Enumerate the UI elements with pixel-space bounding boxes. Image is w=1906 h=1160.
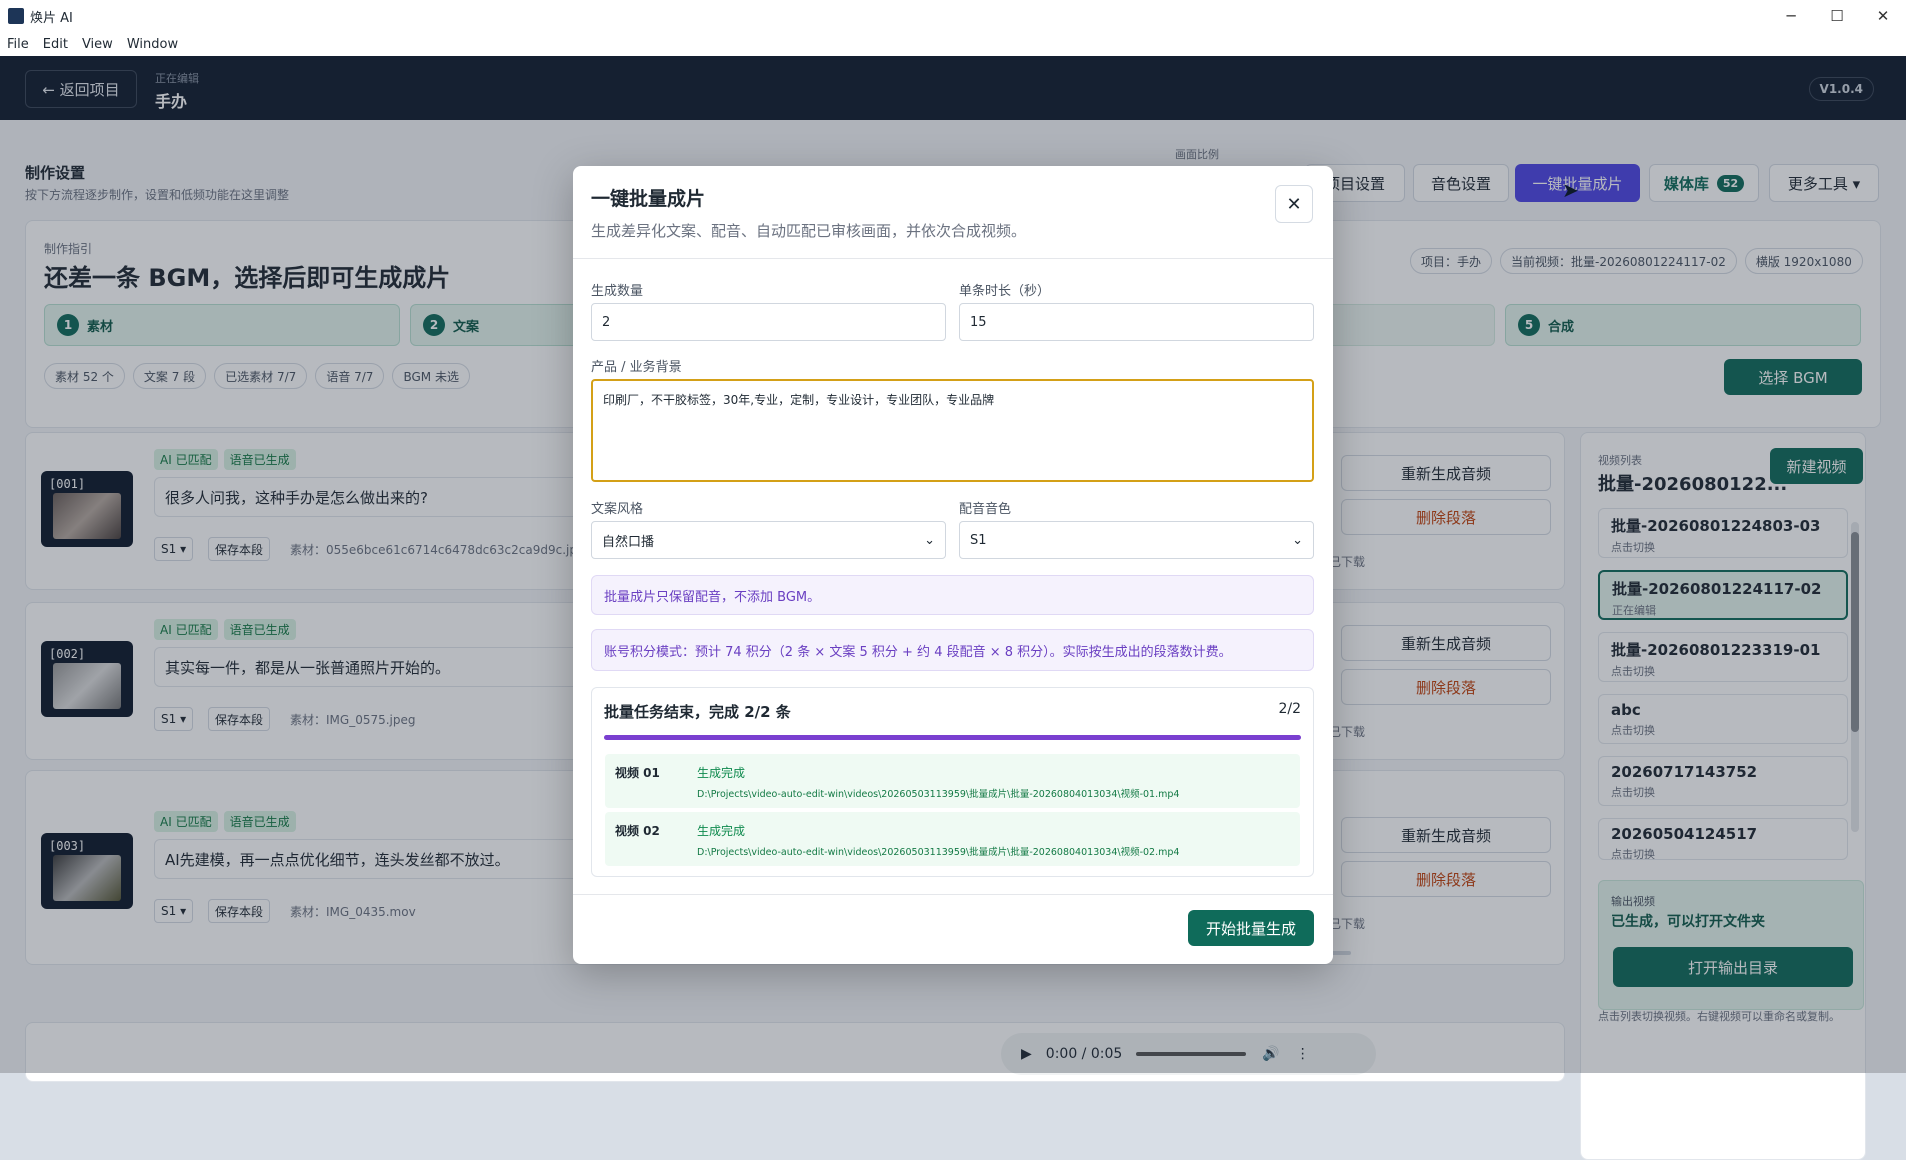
chevron-down-icon: ⌄ <box>1292 532 1303 548</box>
app-title: 焕片 AI <box>30 10 73 26</box>
task-row: 视频 01 生成完成 D:\Projects\video-auto-edit-win… <box>605 754 1300 808</box>
maximize-button[interactable]: ☐ <box>1814 0 1860 32</box>
divider <box>573 894 1333 895</box>
voice-select[interactable]: S1 ⌄ <box>959 521 1314 559</box>
menu-bar: File Edit View Window <box>0 32 1906 56</box>
close-window-button[interactable]: ✕ <box>1860 0 1906 32</box>
chevron-down-icon: ⌄ <box>924 532 935 548</box>
task-progress-track <box>604 735 1301 740</box>
bgm-note: 批量成片只保留配音，不添加 BGM。 <box>591 575 1314 615</box>
credits-note: 账号积分模式：预计 74 积分（2 条 × 文案 5 积分 + 约 4 段配音 … <box>591 629 1314 671</box>
task-progress-fill <box>604 735 1301 740</box>
menu-file[interactable]: File <box>7 37 29 52</box>
close-dialog-button[interactable]: ✕ <box>1275 185 1313 223</box>
task-path: D:\Projects\video-auto-edit-win\videos\2… <box>697 789 1180 800</box>
count-input[interactable]: 2 <box>591 303 946 341</box>
style-label: 文案风格 <box>591 502 644 517</box>
duration-label: 单条时长（秒） <box>959 284 1051 299</box>
task-name: 视频 01 <box>615 766 660 780</box>
background-label: 产品 / 业务背景 <box>591 360 682 375</box>
app-logo-icon <box>8 8 24 24</box>
menu-view[interactable]: View <box>82 37 113 52</box>
task-status: 生成完成 <box>697 766 746 780</box>
voice-label: 配音音色 <box>959 502 1012 517</box>
mouse-cursor-icon: ➤ <box>1562 178 1579 202</box>
task-count: 2/2 <box>1278 701 1301 717</box>
title-bar: 焕片 AI ─ ☐ ✕ <box>0 0 1906 32</box>
dialog-title: 一键批量成片 <box>591 188 706 210</box>
task-panel: 批量任务结束，完成 2/2 条 2/2 视频 01 生成完成 D:\Projects… <box>591 687 1314 877</box>
task-row: 视频 02 生成完成 D:\Projects\video-auto-edit-win… <box>605 812 1300 866</box>
count-label: 生成数量 <box>591 284 644 299</box>
style-select[interactable]: 自然口播 ⌄ <box>591 521 946 559</box>
task-title: 批量任务结束，完成 2/2 条 <box>604 703 791 721</box>
duration-input[interactable]: 15 <box>959 303 1314 341</box>
menu-edit[interactable]: Edit <box>43 37 68 52</box>
batch-generate-dialog: 一键批量成片 生成差异化文案、配音、自动匹配已审核画面，并依次合成视频。 ✕ 生… <box>573 166 1333 964</box>
task-path: D:\Projects\video-auto-edit-win\videos\2… <box>697 847 1180 858</box>
start-batch-button[interactable]: 开始批量生成 <box>1188 910 1314 946</box>
task-name: 视频 02 <box>615 824 660 838</box>
task-status: 生成完成 <box>697 824 746 838</box>
dialog-subtitle: 生成差异化文案、配音、自动匹配已审核画面，并依次合成视频。 <box>591 222 1027 240</box>
voice-value: S1 <box>970 532 987 548</box>
style-value: 自然口播 <box>602 534 655 550</box>
minimize-button[interactable]: ─ <box>1768 0 1814 32</box>
divider <box>573 258 1333 259</box>
background-textarea[interactable]: 印刷厂，不干胶标签，30年,专业，定制，专业设计，专业团队，专业品牌 <box>591 379 1314 482</box>
menu-window[interactable]: Window <box>127 37 178 52</box>
